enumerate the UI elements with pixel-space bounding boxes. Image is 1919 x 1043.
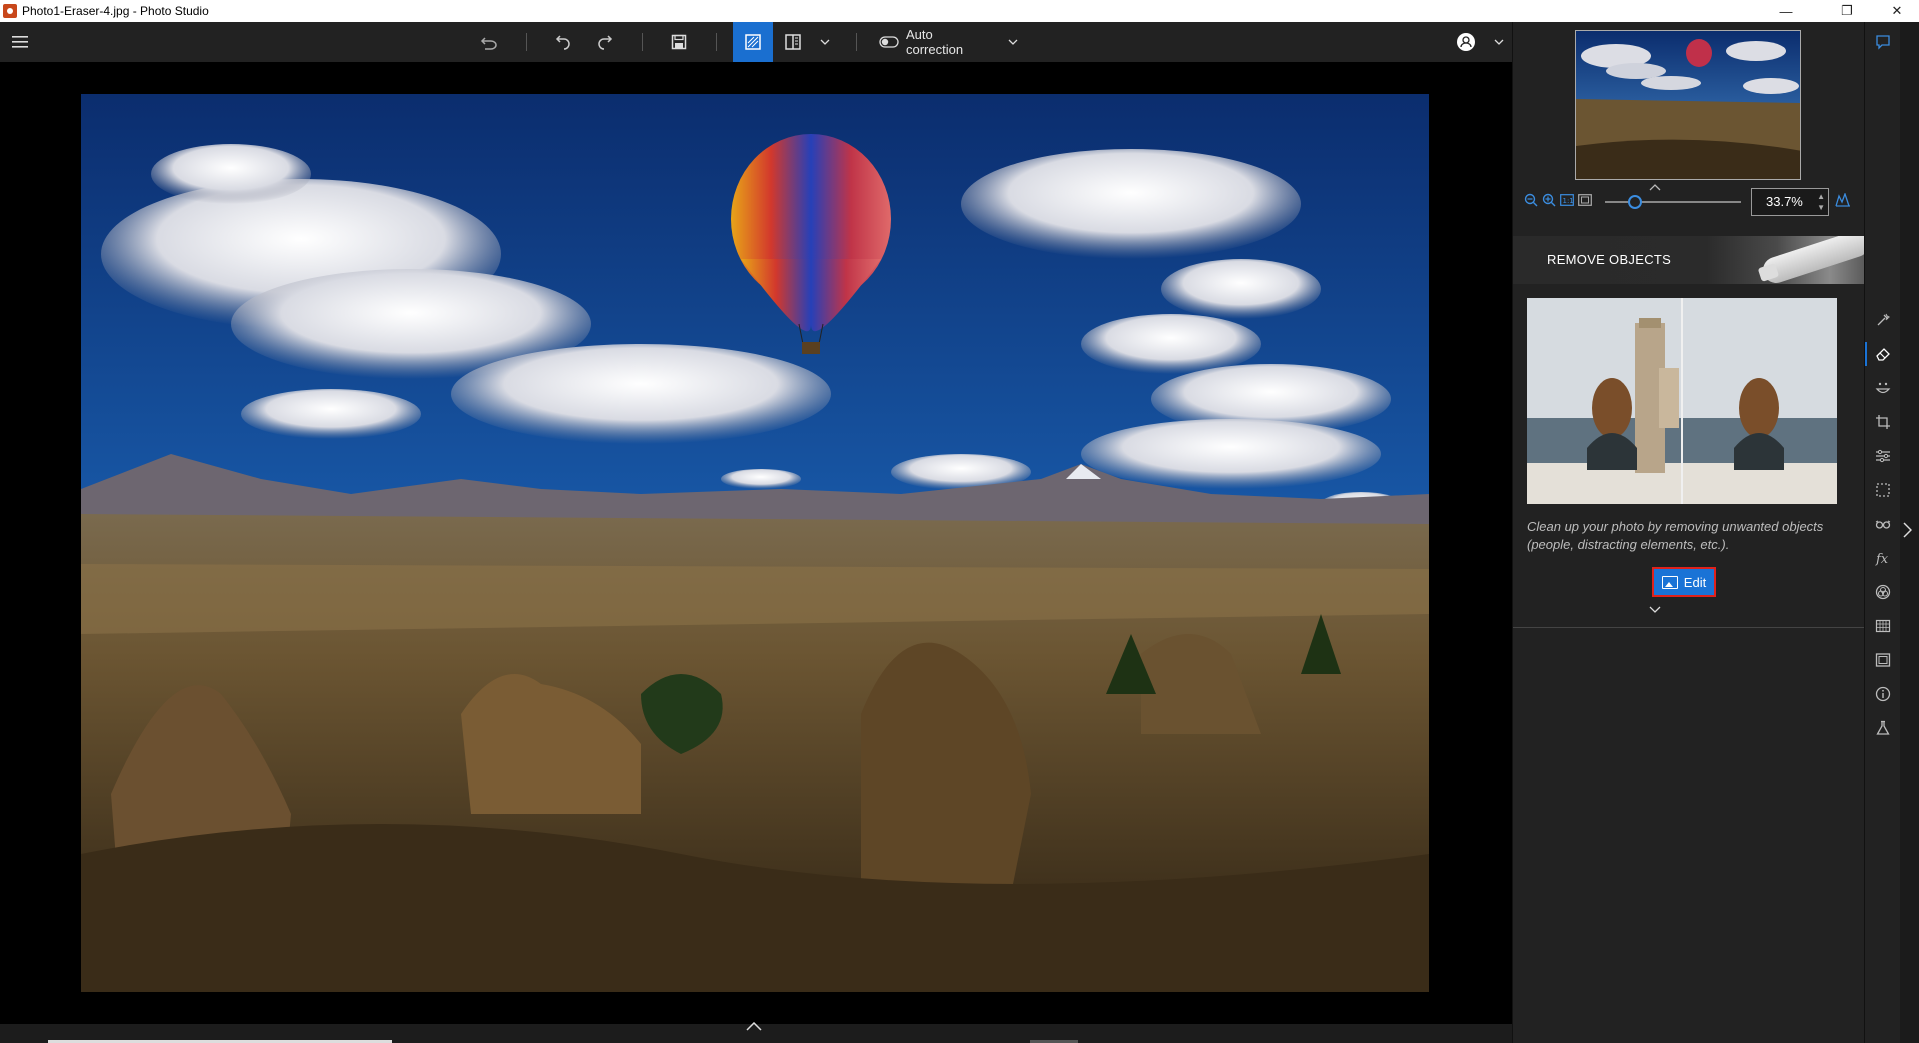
toolbar-separator [526,33,527,51]
tools-rail: fx [1864,22,1900,1043]
before-after-example-image [1527,298,1837,504]
menu-icon[interactable] [8,22,32,62]
restore-button[interactable]: ❐ [1825,0,1869,22]
single-view-icon[interactable] [733,22,773,62]
texture-icon[interactable] [1865,612,1901,640]
main-toolbar: Auto correction [0,22,1512,62]
auto-correction-chevron-down-icon[interactable] [1003,22,1023,62]
zoom-out-icon[interactable] [1523,192,1539,208]
edit-button-label: Edit [1683,574,1707,590]
zoom-slider-track[interactable] [1605,201,1741,203]
panel-edge [1900,22,1919,1043]
actual-size-icon[interactable]: 1:1 [1559,192,1575,208]
collapse-panel-chevron-right-icon[interactable] [1903,522,1913,543]
redo-icon[interactable] [592,22,618,62]
selection-icon[interactable] [1865,476,1901,504]
toolbar-separator [856,33,857,51]
save-icon[interactable] [666,22,692,62]
edit-button[interactable]: Edit [1652,567,1716,597]
adjust-icon[interactable] [1865,442,1901,470]
info-icon[interactable] [1865,680,1901,708]
fx-icon[interactable]: fx [1865,544,1901,572]
account-chevron-down-icon[interactable] [1490,22,1508,62]
auto-correction-label[interactable]: Auto correction [906,22,990,62]
crop-icon[interactable] [1865,408,1901,436]
collapse-section-chevron-down-icon[interactable] [1649,602,1661,616]
window-title: Photo1-Eraser-4.jpg - Photo Studio [22,4,209,18]
zoom-in-icon[interactable] [1541,192,1557,208]
toolbar-separator [716,33,717,51]
tool-panel: 1:1 33.7% ▲ ▼ REMOVE OBJECTS Clean up yo… [1512,22,1865,1043]
frame-icon[interactable] [1865,646,1901,674]
account-icon[interactable] [1454,22,1478,62]
undo-all-icon[interactable] [476,22,502,62]
zoom-stepper-icon[interactable]: ▲ ▼ [1817,191,1825,213]
minimize-button[interactable]: — [1764,0,1808,22]
zoom-controls: 1:1 33.7% ▲ ▼ [1513,186,1865,216]
filmstrip-bar [0,1021,1512,1043]
collapse-navigator-chevron-up-icon[interactable] [1649,180,1661,194]
color-wheel-icon[interactable] [1865,578,1901,606]
lab-icon[interactable] [1865,714,1901,742]
app-logo-icon [3,4,17,18]
photo-studio-app: Photo1-Eraser-4.jpg - Photo Studio — ❐ ✕ [0,0,1919,1043]
expand-filmstrip-chevron-up-icon[interactable] [746,1020,762,1034]
remove-objects-header[interactable]: REMOVE OBJECTS [1513,236,1865,284]
svg-text:1:1: 1:1 [1563,197,1574,205]
zoom-slider-handle[interactable] [1627,195,1642,209]
remove-objects-title: REMOVE OBJECTS [1547,252,1672,267]
view-chevron-down-icon[interactable] [815,22,835,62]
comments-icon[interactable] [1865,28,1901,56]
fit-to-screen-icon[interactable] [1577,192,1593,208]
image-canvas[interactable] [0,62,1512,1024]
zoom-value: 33.7% [1766,194,1803,209]
image-edit-icon [1661,575,1678,589]
toolbar-separator [642,33,643,51]
navigator-thumbnail[interactable] [1575,30,1801,180]
face-retouch-icon[interactable] [1865,374,1901,402]
photo-preview[interactable] [81,94,1429,992]
remove-objects-description: Clean up your photo by removing unwanted… [1527,519,1824,552]
section-divider [1513,627,1865,628]
close-button[interactable]: ✕ [1875,0,1919,22]
eraser-icon[interactable] [1865,340,1901,368]
glasses-icon[interactable] [1865,510,1901,538]
compare-view-icon[interactable] [780,22,806,62]
title-bar: Photo1-Eraser-4.jpg - Photo Studio — ❐ ✕ [0,0,1919,22]
header-illustration [1759,236,1865,284]
svg-text:fx: fx [1875,552,1889,566]
undo-icon[interactable] [550,22,576,62]
zoom-percentage-field[interactable]: 33.7% ▲ ▼ [1751,188,1829,216]
histogram-icon[interactable] [1835,192,1851,208]
auto-correction-toggle-icon[interactable] [878,22,900,62]
auto-enhance-icon[interactable] [1865,306,1901,334]
